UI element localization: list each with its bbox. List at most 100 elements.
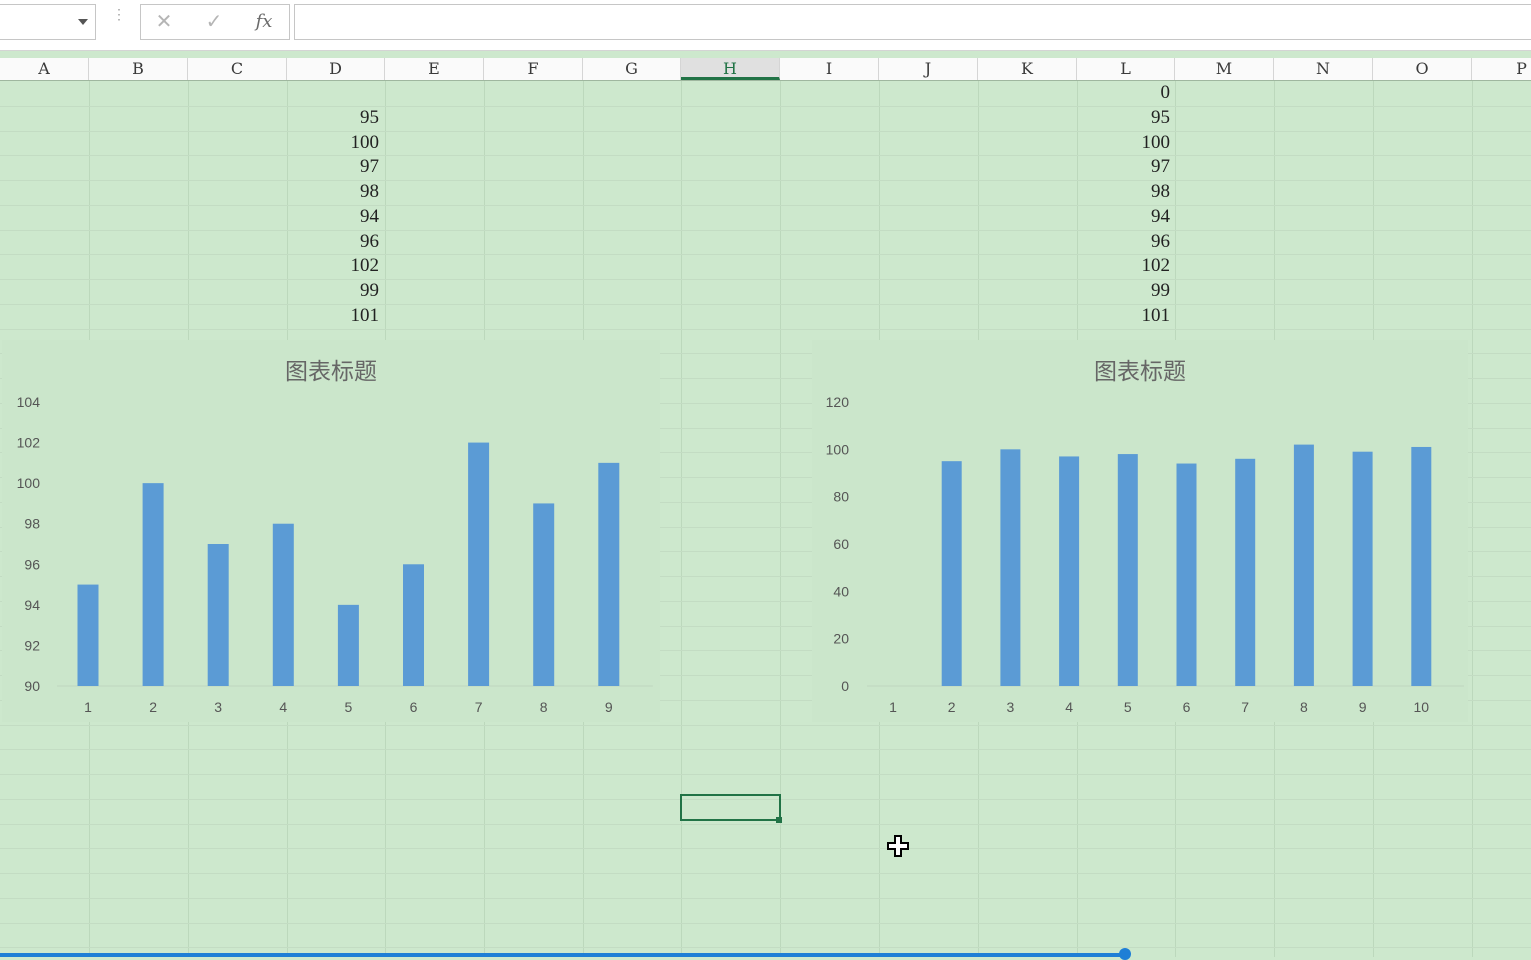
scrollbar-handle[interactable]: [1119, 948, 1131, 960]
cell-l[interactable]: 95: [1080, 106, 1170, 130]
x-tick-label: 9: [605, 699, 613, 715]
column-header-o[interactable]: O: [1373, 58, 1472, 80]
x-tick-label: 3: [1007, 699, 1015, 715]
bar: [1059, 456, 1080, 686]
cell-l[interactable]: 97: [1080, 155, 1170, 179]
column-header-g[interactable]: G: [583, 58, 681, 80]
grid-row-line: [0, 155, 1531, 156]
cell-l[interactable]: 102: [1080, 254, 1171, 278]
x-tick-label: 5: [345, 699, 353, 715]
confirm-icon[interactable]: ✓: [199, 10, 229, 34]
cell-l[interactable]: 100: [1080, 131, 1171, 155]
cell-l[interactable]: 96: [1080, 230, 1170, 254]
column-header-k[interactable]: K: [978, 58, 1077, 80]
x-tick-label: 8: [1300, 699, 1308, 715]
column-header-row: ABCDEFGHIJKLMNOP: [0, 58, 1531, 81]
cell-l[interactable]: 101: [1080, 304, 1171, 328]
bar: [1352, 451, 1373, 686]
bar: [598, 462, 620, 686]
grid-row-line: [0, 279, 1531, 280]
x-tick-label: 9: [1359, 699, 1367, 715]
column-header-n[interactable]: N: [1274, 58, 1373, 80]
grid-column-line: [1472, 81, 1473, 957]
grid-row-line: [0, 873, 1531, 874]
name-box[interactable]: [0, 4, 96, 40]
grid-row-line: [0, 774, 1531, 775]
cell-d[interactable]: 99: [289, 279, 379, 303]
bar: [1293, 444, 1314, 686]
column-header-b[interactable]: B: [89, 58, 188, 80]
formula-tools: ✕ ✓ fx: [140, 4, 290, 40]
cell-l[interactable]: 98: [1080, 180, 1170, 204]
grid-row-line: [0, 848, 1531, 849]
selected-cell[interactable]: [680, 794, 781, 821]
y-tick-label: 102: [17, 435, 41, 451]
bar: [468, 442, 490, 686]
y-tick-label: 96: [24, 556, 40, 572]
grid-row-line: [0, 230, 1531, 231]
bar: [337, 604, 359, 686]
cell-l[interactable]: 99: [1080, 279, 1170, 303]
grid-row-line: [0, 947, 1531, 948]
bar: [533, 503, 555, 686]
cell-d[interactable]: 98: [289, 180, 379, 204]
cell-l[interactable]: 94: [1080, 205, 1170, 229]
cell-d[interactable]: 95: [289, 106, 379, 130]
insert-function-icon[interactable]: fx: [249, 10, 279, 34]
cell-d[interactable]: 94: [289, 205, 379, 229]
horizontal-scrollbar[interactable]: [0, 953, 1128, 957]
grid-row-line: [0, 180, 1531, 181]
fill-handle[interactable]: [776, 817, 782, 823]
grid-column-line: [780, 81, 781, 957]
y-tick-label: 0: [841, 678, 849, 694]
column-header-p[interactable]: P: [1472, 58, 1531, 80]
bar: [1411, 446, 1432, 686]
grid-row-line: [0, 106, 1531, 107]
cell-d[interactable]: 100: [289, 131, 380, 155]
grid-row-line: [0, 923, 1531, 924]
column-header-a[interactable]: A: [0, 58, 89, 80]
x-tick-label: 8: [540, 699, 548, 715]
bar: [272, 523, 294, 686]
column-header-j[interactable]: J: [879, 58, 978, 80]
bar: [1235, 458, 1256, 686]
cell-d[interactable]: 97: [289, 155, 379, 179]
grid-column-line: [681, 81, 682, 957]
x-tick-label: 2: [948, 699, 956, 715]
y-tick-label: 120: [826, 394, 850, 410]
chevron-down-icon[interactable]: [78, 19, 88, 25]
column-header-e[interactable]: E: [385, 58, 484, 80]
column-header-c[interactable]: C: [188, 58, 287, 80]
y-tick-label: 98: [24, 516, 40, 532]
column-header-l[interactable]: L: [1077, 58, 1175, 80]
y-tick-label: 40: [833, 583, 849, 599]
cell-d[interactable]: 101: [289, 304, 380, 328]
cell-l[interactable]: 0: [1080, 81, 1171, 105]
grid-row-line: [0, 131, 1531, 132]
x-tick-label: 4: [1065, 699, 1073, 715]
column-header-d[interactable]: D: [287, 58, 385, 80]
column-header-m[interactable]: M: [1175, 58, 1274, 80]
formula-input[interactable]: [294, 4, 1531, 40]
y-tick-label: 100: [17, 475, 41, 491]
cancel-icon[interactable]: ✕: [149, 10, 179, 34]
x-tick-label: 3: [214, 699, 222, 715]
grid-row-line: [0, 329, 1531, 330]
y-tick-label: 80: [833, 489, 849, 505]
x-tick-label: 10: [1414, 699, 1430, 715]
x-tick-label: 2: [149, 699, 157, 715]
x-tick-label: 6: [410, 699, 418, 715]
cell-d[interactable]: 102: [289, 254, 380, 278]
chart-title[interactable]: 图表标题: [2, 352, 660, 386]
x-tick-label: 6: [1183, 699, 1191, 715]
grid-row-line: [0, 824, 1531, 825]
column-header-f[interactable]: F: [484, 58, 583, 80]
chart-title[interactable]: 图表标题: [812, 352, 1468, 386]
cell-d[interactable]: 96: [289, 230, 379, 254]
chart-left[interactable]: 图表标题 90 92 94 96 98 100 102 104 1 2 3 4 5 6 7 8 9: [2, 340, 660, 722]
chart-right[interactable]: 图表标题 0 20 40 60 80 100 120 1 2 3 4 5 6 7 8 9 10: [812, 340, 1468, 722]
cursor-cross-icon: [887, 835, 909, 857]
bar: [1176, 463, 1197, 686]
column-header-i[interactable]: I: [780, 58, 879, 80]
column-header-h[interactable]: H: [681, 58, 780, 80]
